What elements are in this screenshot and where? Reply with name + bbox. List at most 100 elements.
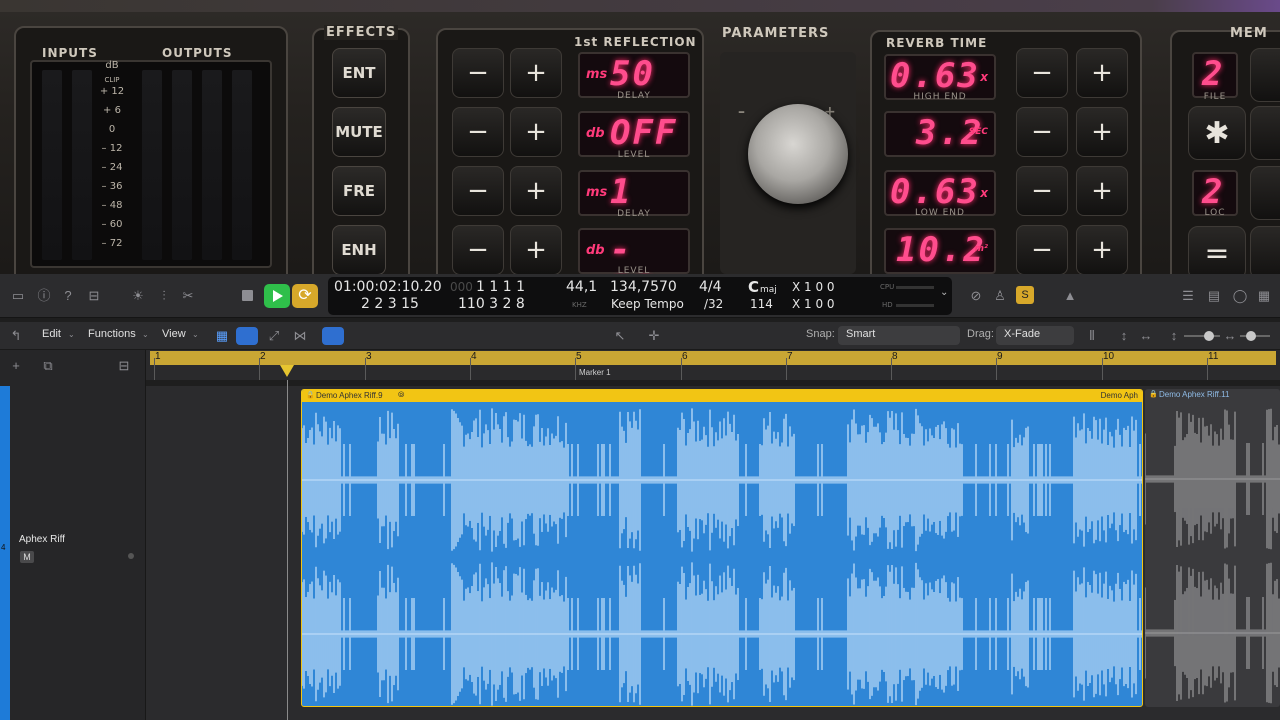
- key: C: [748, 278, 760, 296]
- view-menu[interactable]: View: [162, 328, 186, 340]
- memory-title: MEM: [1230, 26, 1268, 41]
- vertical-zoom-icon[interactable]: ↕: [1116, 328, 1132, 344]
- mute-track-button[interactable]: M: [20, 551, 34, 563]
- ruler-bar-tick: [1207, 358, 1208, 380]
- reflection-delay-plus-button[interactable]: +: [510, 48, 562, 98]
- high-end-plus-button[interactable]: +: [1076, 48, 1128, 98]
- functions-menu[interactable]: Functions: [88, 328, 136, 340]
- horizontal-zoom-icon[interactable]: ↔: [1138, 328, 1154, 344]
- reflection-level2-plus-button[interactable]: +: [510, 225, 562, 274]
- scale-minus72: – 72: [101, 238, 123, 249]
- lcd-caption: LEVEL: [617, 150, 651, 160]
- ruler-bar-number: 8: [892, 351, 898, 362]
- room-size-plus-button[interactable]: +: [1076, 225, 1128, 274]
- playhead-icon[interactable]: [280, 365, 294, 377]
- reverb-time-plus-button[interactable]: +: [1076, 107, 1128, 157]
- marker-label[interactable]: Marker 1: [579, 368, 611, 377]
- key-mode: maj: [760, 285, 777, 295]
- vertical-zoom-thumb[interactable]: [1204, 331, 1214, 341]
- duplicate-track-icon[interactable]: ⧉: [40, 358, 56, 374]
- solo-mode-icon[interactable]: S: [1016, 286, 1034, 304]
- memory-key-2[interactable]: [1250, 106, 1280, 160]
- fre-button[interactable]: FRE: [332, 166, 386, 216]
- global-tracks-icon[interactable]: ⊟: [116, 358, 132, 374]
- toolbar-icon[interactable]: ⊟: [86, 288, 102, 304]
- reflection-delay2-plus-button[interactable]: +: [510, 166, 562, 216]
- horizontal-zoom-thumb[interactable]: [1246, 331, 1256, 341]
- asterisk-button[interactable]: ✱: [1188, 106, 1246, 160]
- library-icon[interactable]: ▭: [10, 288, 26, 304]
- reflection-level-minus-button[interactable]: −: [452, 107, 504, 157]
- back-arrow-icon[interactable]: ↰: [8, 328, 24, 344]
- automation-icon[interactable]: ⤢: [266, 328, 282, 344]
- smart-controls-icon[interactable]: ☀: [130, 288, 146, 304]
- flex-icon[interactable]: ⋈: [292, 328, 308, 344]
- reflection-level2-minus-button[interactable]: −: [452, 225, 504, 274]
- quick-help-icon[interactable]: ?: [60, 288, 76, 304]
- scale-0: 0: [108, 124, 116, 135]
- track-name[interactable]: Aphex Riff: [19, 534, 65, 545]
- lcd-caption: HIGH END: [913, 92, 967, 102]
- high-end-minus-button[interactable]: −: [1016, 48, 1068, 98]
- lcd-unit: ms: [586, 185, 608, 200]
- mixer-icon[interactable]: ⫶: [156, 288, 172, 304]
- stop-button[interactable]: [242, 290, 253, 301]
- audio-region[interactable]: 🔒 Demo Aphex Riff.11: [1145, 389, 1280, 707]
- reflection-delay-minus-button[interactable]: −: [452, 48, 504, 98]
- vertical-zoom-slider[interactable]: [1184, 335, 1220, 337]
- inspector-icon[interactable]: ⓘ: [36, 288, 52, 304]
- memory-key-3[interactable]: [1250, 166, 1280, 220]
- ruler-bar-number: 9: [997, 351, 1003, 362]
- ent-button[interactable]: ENT: [332, 48, 386, 98]
- reflection-delay2-minus-button[interactable]: −: [452, 166, 504, 216]
- lcd-menu-chevron-icon[interactable]: ⌄: [940, 287, 948, 298]
- ruler-bar-tick: [1102, 358, 1103, 380]
- enh-button[interactable]: ENH: [332, 225, 386, 274]
- audio-region-selected[interactable]: 🔒 Demo Aphex Riff.9 ⦾ Demo Aph: [301, 389, 1143, 707]
- list-icon[interactable]: ☰: [1180, 288, 1196, 304]
- play-button[interactable]: [264, 284, 290, 308]
- reverb-time-minus-button[interactable]: −: [1016, 107, 1068, 157]
- room-size-minus-button[interactable]: −: [1016, 225, 1068, 274]
- reflection-level-plus-button[interactable]: +: [510, 107, 562, 157]
- room-size-display: 10.2 m²: [884, 228, 996, 274]
- notepad-icon[interactable]: ▤: [1206, 288, 1222, 304]
- catch-playhead-icon[interactable]: [322, 327, 344, 345]
- lcd-display[interactable]: 01:00:02:10.20 2 2 3 15 000 1 1 1 1 110 …: [328, 277, 952, 315]
- mute-button[interactable]: MUTE: [332, 107, 386, 157]
- horizontal-zoom-slider-icon[interactable]: ↔: [1222, 328, 1238, 344]
- browser-icon[interactable]: ▦: [1256, 288, 1272, 304]
- ruler-bar-number: 6: [682, 351, 688, 362]
- output-meter-2: [172, 70, 192, 260]
- secondary-tool-icon[interactable]: ✛: [646, 328, 662, 344]
- memory-key-4[interactable]: [1250, 226, 1280, 274]
- metronome-icon[interactable]: ▲: [1062, 288, 1078, 304]
- tuner-icon[interactable]: ♙: [992, 288, 1008, 304]
- vertical-zoom-slider-icon[interactable]: ↕: [1166, 328, 1182, 344]
- add-track-icon[interactable]: +: [8, 358, 24, 374]
- list-view-icon[interactable]: [236, 327, 258, 345]
- drag-select[interactable]: X-Fade: [996, 326, 1074, 345]
- cycle-button[interactable]: ⟳: [292, 284, 318, 308]
- parameter-knob[interactable]: [748, 104, 848, 204]
- ruler-bar-tick: [891, 358, 892, 380]
- low-end-plus-button[interactable]: +: [1076, 166, 1128, 216]
- editors-icon[interactable]: ✂: [180, 288, 196, 304]
- ruler-bar-tick: [681, 358, 682, 380]
- ruler-bar-number: 5: [576, 351, 582, 362]
- list-editors-icon[interactable]: ⊘: [968, 288, 984, 304]
- pointer-tool-icon[interactable]: ↖: [612, 328, 628, 344]
- loop-browser-icon[interactable]: ◯: [1232, 288, 1248, 304]
- grid-view-icon[interactable]: ▦: [214, 328, 230, 344]
- snap-select[interactable]: Smart: [838, 326, 960, 345]
- multiplier-bottom: X 1 0 0: [792, 297, 835, 311]
- lcd-caption: LEVEL: [617, 266, 651, 274]
- equals-button[interactable]: =: [1188, 226, 1246, 274]
- key-bottom-value: 114: [750, 297, 773, 311]
- edit-menu[interactable]: Edit: [42, 328, 61, 340]
- waveform-zoom-icon[interactable]: ⫴: [1084, 328, 1100, 344]
- record-enable-dot-icon[interactable]: [128, 553, 134, 559]
- lcd-unit: m²: [974, 244, 988, 254]
- low-end-minus-button[interactable]: −: [1016, 166, 1068, 216]
- memory-key-1[interactable]: [1250, 48, 1280, 102]
